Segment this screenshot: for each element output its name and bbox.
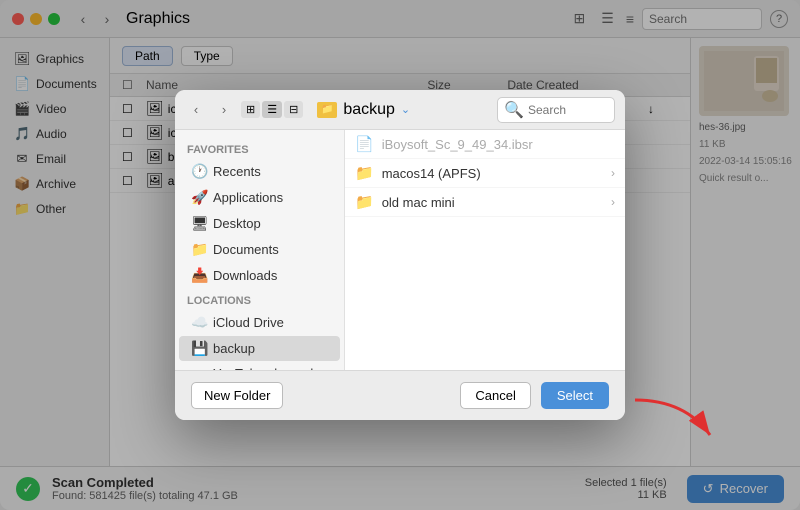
modal-sidebar-desktop[interactable]: 🖥 Desktop: [179, 211, 340, 236]
modal-sidebar-recents[interactable]: 🕐 Recents: [179, 159, 340, 184]
youtube-label: YouTube channel ba...: [213, 366, 328, 370]
modal-columns-view-button[interactable]: ⊟: [284, 101, 303, 118]
folder-name-macos: macos14 (APFS): [382, 166, 481, 181]
folder-icon-2: 📁: [355, 193, 374, 211]
chevron-right-icon: ›: [611, 166, 615, 180]
modal-sidebar-applications[interactable]: 🚀 Applications: [179, 185, 340, 210]
desktop-icon: 🖥: [191, 215, 207, 232]
cancel-button[interactable]: Cancel: [460, 382, 530, 409]
folder-badge-icon: 📁: [317, 102, 337, 118]
modal-sidebar: Favorites 🕐 Recents 🚀 Applications 🖥 Des…: [175, 130, 345, 370]
location-chevron-icon[interactable]: ⌄: [401, 103, 410, 116]
modal-documents-icon: 📁: [191, 241, 207, 258]
modal-location-label: backup: [343, 101, 395, 119]
modal-footer: New Folder Cancel Select: [175, 370, 625, 420]
modal-file-row[interactable]: 📄 iBoysoft_Sc_9_49_34.ibsr: [345, 130, 625, 159]
modal-location: 📁 backup ⌄: [317, 101, 483, 119]
recents-label: Recents: [213, 164, 261, 179]
backup-label: backup: [213, 341, 255, 356]
modal-file-list: 📄 iBoysoft_Sc_9_49_34.ibsr 📁 macos14 (AP…: [345, 130, 625, 370]
modal-documents-label: Documents: [213, 242, 279, 257]
modal-list-view-button[interactable]: ☰: [262, 101, 282, 118]
modal-search-input[interactable]: [528, 103, 608, 117]
modal-folder-row-oldmac[interactable]: 📁 old mac mini ›: [345, 188, 625, 217]
folder-icon: 📁: [355, 164, 374, 182]
downloads-label: Downloads: [213, 268, 277, 283]
modal-footer-actions: Cancel Select: [460, 382, 609, 409]
folder-name-oldmac: old mac mini: [382, 195, 455, 210]
applications-label: Applications: [213, 190, 283, 205]
new-folder-button[interactable]: New Folder: [191, 382, 283, 409]
modal-back-button[interactable]: ‹: [185, 99, 207, 121]
modal-overlay[interactable]: ‹ › ⊞ ☰ ⊟ 📁 backup ⌄ 🔍 Favorites: [0, 0, 800, 510]
modal-search-box[interactable]: 🔍: [497, 97, 615, 123]
modal-sidebar-backup[interactable]: 💾 backup: [179, 336, 340, 361]
applications-icon: 🚀: [191, 189, 207, 206]
select-button[interactable]: Select: [541, 382, 609, 409]
modal-folder-row-macos[interactable]: 📁 macos14 (APFS) ›: [345, 159, 625, 188]
favorites-section-label: Favorites: [175, 138, 344, 158]
file-name: iBoysoft_Sc_9_49_34.ibsr: [382, 137, 533, 152]
modal-sidebar-icloud[interactable]: ☁️ iCloud Drive: [179, 310, 340, 335]
modal-toolbar: ‹ › ⊞ ☰ ⊟ 📁 backup ⌄ 🔍: [175, 90, 625, 130]
backup-icon: 💾: [191, 340, 207, 357]
modal-forward-button[interactable]: ›: [213, 99, 235, 121]
modal-icon-view-button[interactable]: ⊞: [241, 101, 260, 118]
modal-view-buttons: ⊞ ☰ ⊟: [241, 101, 303, 118]
file-icon: 📄: [355, 135, 374, 153]
desktop-label: Desktop: [213, 216, 261, 231]
modal-body: Favorites 🕐 Recents 🚀 Applications 🖥 Des…: [175, 130, 625, 370]
modal-sidebar-downloads[interactable]: 📥 Downloads: [179, 263, 340, 288]
downloads-icon: 📥: [191, 267, 207, 284]
recents-icon: 🕐: [191, 163, 207, 180]
icloud-label: iCloud Drive: [213, 315, 284, 330]
modal-sidebar-documents[interactable]: 📁 Documents: [179, 237, 340, 262]
locations-section-label: Locations: [175, 289, 344, 309]
modal-sidebar-youtube[interactable]: 💾 YouTube channel ba...: [179, 362, 340, 370]
modal-search-icon: 🔍: [504, 100, 524, 120]
file-picker-modal: ‹ › ⊞ ☰ ⊟ 📁 backup ⌄ 🔍 Favorites: [175, 90, 625, 420]
icloud-icon: ☁️: [191, 314, 207, 331]
chevron-right-icon-2: ›: [611, 195, 615, 209]
